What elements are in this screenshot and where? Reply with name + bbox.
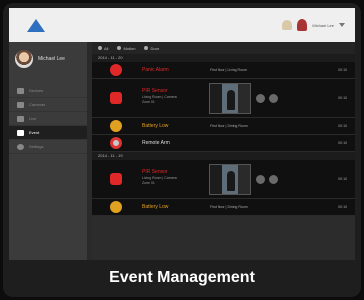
panic-alarm-icon [110, 64, 122, 76]
download-button[interactable] [269, 94, 278, 103]
sidebar-item-label: Live [29, 116, 37, 121]
play-button[interactable] [256, 175, 265, 184]
motion-icon [117, 46, 122, 50]
sidebar-item-live[interactable]: Live [9, 112, 87, 126]
sidebar-item-settings[interactable]: Settings [9, 140, 87, 154]
avatar [15, 50, 33, 68]
sidebar-item-label: Devices [29, 88, 44, 93]
profile[interactable]: Michael Lee [15, 48, 81, 70]
date-header: 2014 - 11 - 20 [92, 54, 355, 62]
event-row[interactable]: Remote Arm 00:10 [92, 135, 355, 152]
gear-icon [17, 143, 24, 150]
sidebar-item-devices[interactable]: Devices [9, 84, 87, 98]
event-list-panel: All Motion Door 2014 - 11 - 20 Panic Ala… [92, 42, 355, 260]
filter-label: All [104, 45, 109, 51]
sidebar: Michael Lee Devices Cameras Live Event S… [9, 42, 87, 260]
video-icon [17, 115, 24, 122]
top-right-controls: Michael Lee [282, 19, 345, 31]
event-time: 00:10 [338, 68, 347, 72]
door-icon [144, 46, 149, 50]
caption-title: Event Management [109, 269, 255, 286]
sidebar-item-cameras[interactable]: Cameras [9, 98, 87, 112]
event-title: Battery Low [142, 123, 169, 129]
product-frame: Michael Lee Michael Lee Devices Cameras [3, 3, 361, 297]
filter-dot-icon [98, 46, 102, 50]
device-icon [17, 87, 24, 94]
event-subtitle: Living Room | Camera [142, 176, 177, 180]
filter-label: Door [150, 45, 160, 51]
date-header: 2014 - 11 - 19 [92, 152, 355, 160]
event-row[interactable]: PIR Sensor Living Room | Camera Zone 01 … [92, 79, 355, 118]
event-title: Battery Low [142, 204, 169, 210]
event-location: First floor | Living Room [210, 68, 247, 72]
event-time: 00:10 [338, 124, 347, 128]
remote-arm-icon [110, 137, 122, 149]
top-bar: Michael Lee [9, 8, 355, 42]
event-time: 00:10 [338, 177, 347, 181]
event-title: PIR Sensor [142, 88, 168, 94]
top-user-name[interactable]: Michael Lee [312, 23, 334, 28]
event-title: Panic Alarm [142, 67, 169, 73]
brand-logo [27, 16, 97, 34]
event-snapshot[interactable] [209, 164, 251, 195]
pir-sensor-icon [110, 173, 122, 185]
person-figure [227, 90, 235, 110]
event-row[interactable]: Panic Alarm First floor | Living Room 00… [92, 62, 355, 79]
app-screen: Michael Lee Michael Lee Devices Cameras [9, 8, 355, 260]
sidebar-item-label: Settings [29, 144, 44, 149]
event-title: PIR Sensor [142, 169, 168, 175]
filter-motion[interactable]: Motion [117, 46, 135, 51]
event-time: 00:10 [338, 141, 347, 145]
event-location: First floor | Dining Room [210, 205, 248, 209]
filter-toolbar: All Motion Door [92, 42, 355, 54]
download-button[interactable] [269, 175, 278, 184]
battery-icon [110, 120, 122, 132]
event-row[interactable]: Battery Low First floor | Dining Room 00… [92, 118, 355, 135]
play-button[interactable] [256, 94, 265, 103]
filter-door[interactable]: Door [144, 46, 159, 51]
filter-all[interactable]: All [98, 46, 108, 51]
event-zone: Zone 01 [142, 181, 155, 185]
notification-bell-icon[interactable] [282, 20, 293, 30]
event-subtitle: Living Room | Camera [142, 95, 177, 99]
profile-name: Michael Lee [38, 56, 65, 62]
event-icon [17, 129, 24, 136]
sidebar-item-label: Event [29, 130, 40, 135]
event-row[interactable]: Battery Low First floor | Dining Room 00… [92, 199, 355, 216]
sidebar-item-event[interactable]: Event [9, 126, 87, 140]
event-title: Remote Arm [142, 140, 170, 146]
camera-icon [17, 101, 24, 108]
chevron-down-icon[interactable] [339, 23, 345, 27]
pir-sensor-icon [110, 92, 122, 104]
event-location: First floor | Dining Room [210, 124, 248, 128]
logo-mark-icon [27, 18, 45, 32]
event-row[interactable]: PIR Sensor Living Room | Camera Zone 01 … [92, 160, 355, 199]
sidebar-item-label: Cameras [29, 102, 46, 107]
event-zone: Zone 01 [142, 100, 155, 104]
user-icon[interactable] [297, 19, 308, 31]
filter-label: Motion [123, 45, 136, 51]
event-time: 00:10 [338, 205, 347, 209]
event-time: 00:10 [338, 96, 347, 100]
event-snapshot[interactable] [209, 83, 251, 114]
sidebar-menu: Devices Cameras Live Event Settings [9, 84, 87, 154]
battery-icon [110, 201, 122, 213]
person-figure [227, 171, 235, 191]
